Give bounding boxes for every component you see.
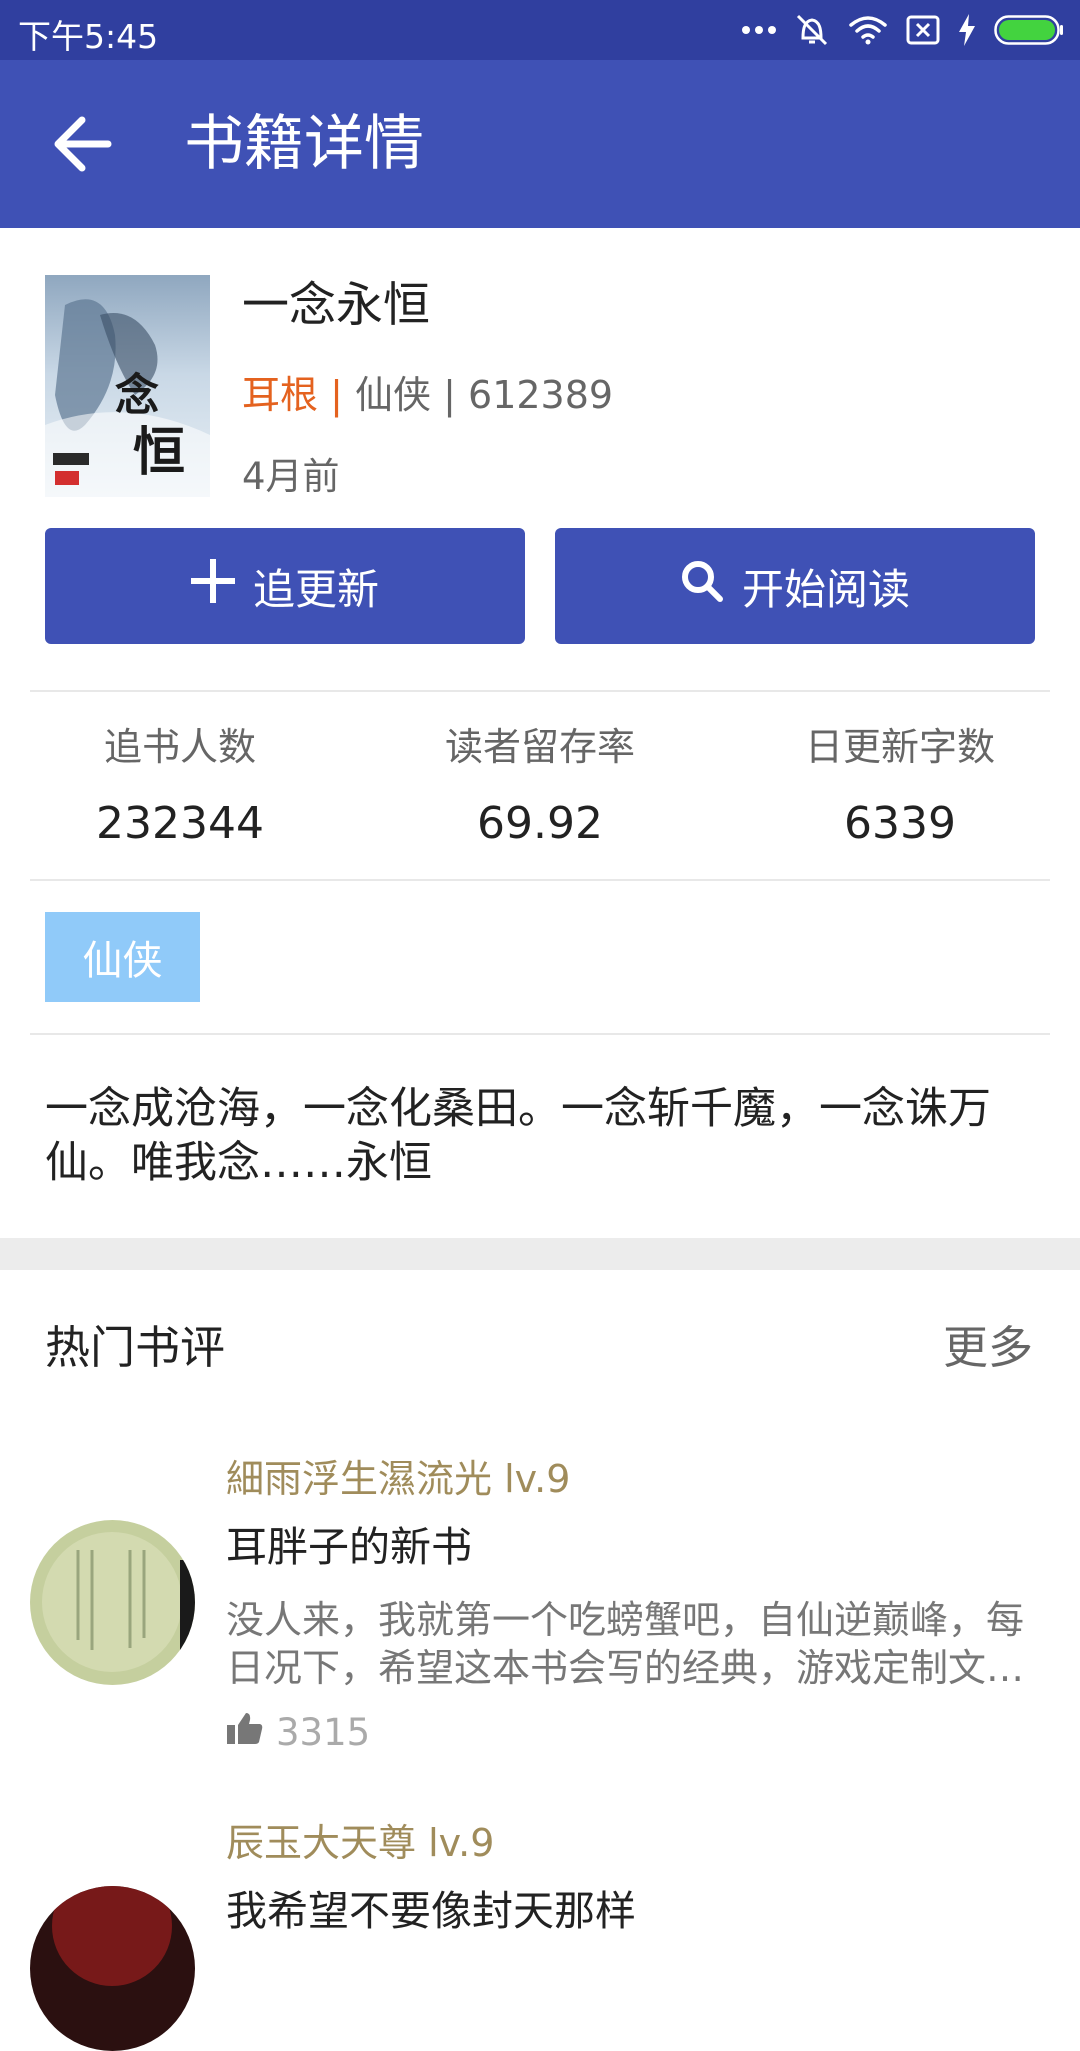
svg-text:念: 念: [115, 370, 159, 421]
stat-label: 读者留存率: [444, 725, 635, 769]
thumbs-up-icon: [226, 1711, 264, 1754]
book-word-count: 612389: [468, 373, 614, 417]
status-bar: 下午5:45: [0, 0, 1080, 60]
section-separator: [0, 1238, 1080, 1270]
review-username[interactable]: 辰玉大天尊 lv.9: [226, 1818, 494, 1868]
stat-label: 日更新字数: [804, 725, 995, 769]
follow-updates-button[interactable]: 追更新: [45, 528, 525, 644]
meta-divider: |: [330, 373, 343, 417]
review-body[interactable]: 没人来，我就第一个吃螃蟹吧，自仙逆巅峰，每日况下，希望这本书会写的经典，游戏定制…: [226, 1596, 1048, 1692]
book-cover[interactable]: 念 恒: [45, 275, 210, 497]
more-reviews-link[interactable]: 更多: [943, 1318, 1033, 1378]
stat-value: 69.92: [477, 798, 603, 849]
start-reading-label: 开始阅读: [741, 564, 910, 614]
status-icons: [742, 10, 1064, 50]
search-icon: [680, 559, 724, 613]
battery-icon: [994, 10, 1064, 50]
stat-value: 232344: [96, 798, 264, 849]
book-author[interactable]: 耳根: [242, 373, 318, 417]
more-dots-icon: [742, 10, 776, 50]
no-sim-icon: [906, 10, 940, 50]
stat-daily-words: 日更新字数 6339: [720, 722, 1080, 854]
vibrate-icon: [794, 10, 830, 50]
review-title[interactable]: 耳胖子的新书: [226, 1520, 472, 1574]
stat-label: 追书人数: [103, 725, 256, 769]
hot-reviews-title: 热门书评: [45, 1321, 226, 1374]
genre-tag[interactable]: 仙侠: [45, 912, 200, 1002]
svg-text:恒: 恒: [133, 422, 185, 483]
plus-icon: [190, 559, 235, 613]
avatar[interactable]: [30, 1520, 195, 1685]
review-username[interactable]: 細雨浮生濕流光 lv.9: [226, 1454, 570, 1504]
follow-updates-label: 追更新: [252, 564, 379, 614]
book-updated-time: 4月前: [242, 455, 340, 498]
charging-icon: [958, 10, 976, 50]
review-title[interactable]: 我希望不要像封天那样: [226, 1884, 636, 1938]
review-likes[interactable]: 3315: [226, 1707, 370, 1757]
stat-retention: 读者留存率 69.92: [360, 722, 720, 854]
book-category: 仙侠: [355, 373, 432, 417]
start-reading-button[interactable]: 开始阅读: [555, 528, 1035, 644]
divider: [30, 879, 1050, 881]
wifi-icon: [848, 10, 888, 50]
book-meta: 耳根 | 仙侠 | 612389: [242, 370, 613, 420]
book-description: 一念成沧海，一念化桑田。一念斩千魔，一念诛万仙。唯我念……永恒: [45, 1084, 991, 1188]
book-title: 一念永恒: [242, 278, 430, 333]
app-bar: 书籍详情: [0, 60, 1080, 228]
page-title: 书籍详情: [184, 109, 424, 179]
divider: [30, 1033, 1050, 1035]
stat-value: 6339: [844, 798, 956, 849]
likes-count: 3315: [276, 1710, 371, 1754]
meta-divider: |: [443, 373, 456, 417]
avatar[interactable]: [30, 1886, 195, 2051]
status-time: 下午5:45: [18, 17, 159, 56]
divider: [30, 690, 1050, 692]
arrow-left-icon[interactable]: [50, 112, 120, 176]
stat-followers: 追书人数 232344: [0, 722, 360, 854]
